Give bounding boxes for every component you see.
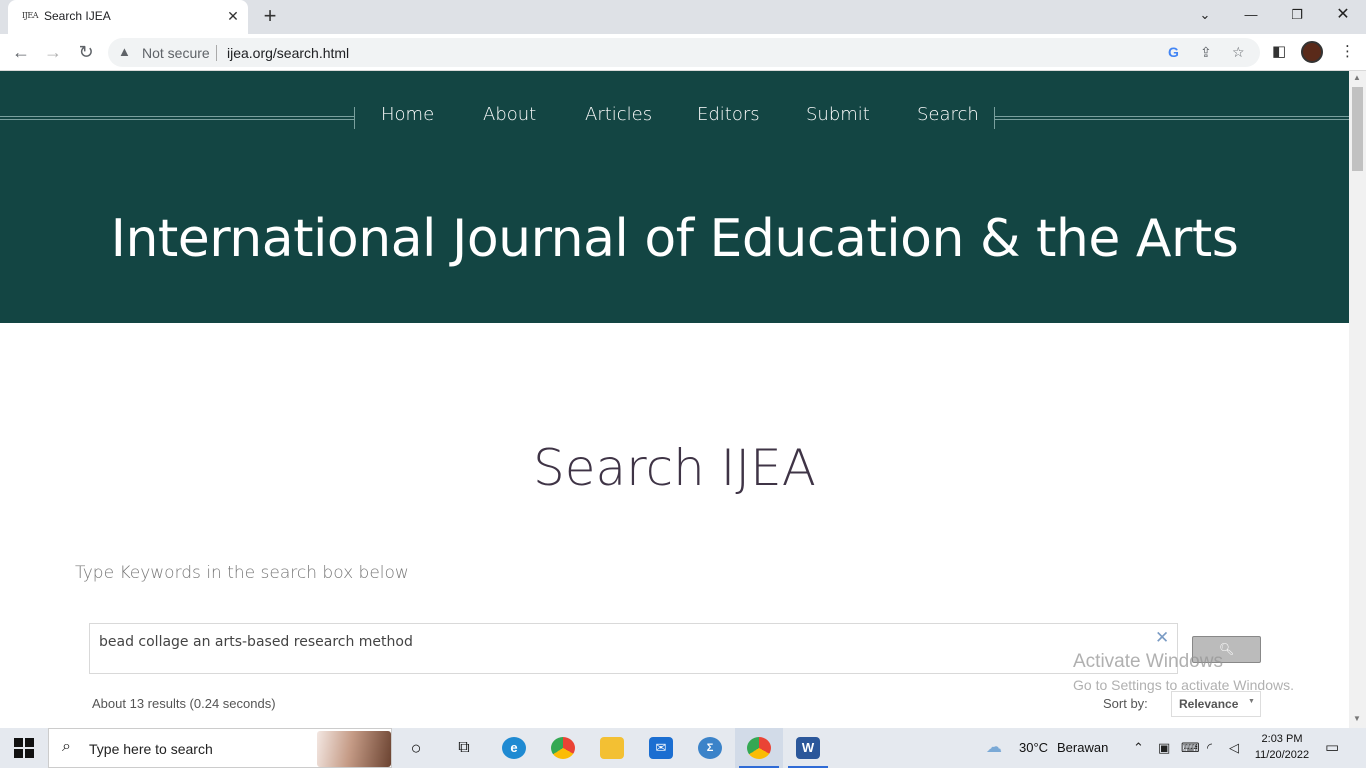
share-icon[interactable]: ⇪: [1200, 44, 1212, 61]
nav-decor-right: [995, 116, 1349, 120]
search-query-text[interactable]: bead collage an arts-based research meth…: [99, 634, 413, 650]
taskbar-file-explorer[interactable]: [588, 728, 636, 768]
sort-by-label: Sort by:: [1103, 696, 1148, 711]
omnibox-divider: [216, 45, 217, 61]
weather-condition[interactable]: Berawan: [1057, 740, 1108, 755]
activate-windows-watermark: Activate Windows: [1073, 651, 1223, 672]
back-button[interactable]: ←: [8, 40, 34, 64]
taskbar-search-box[interactable]: ⌕ Type here to search: [48, 728, 392, 768]
nav-decor-tick-left: [354, 107, 355, 129]
weather-temp[interactable]: 30°C: [1019, 740, 1048, 755]
cortana-button[interactable]: ○: [392, 728, 440, 768]
reload-button[interactable]: ↻: [73, 40, 99, 64]
tab-title: Search IJEA: [44, 9, 111, 23]
search-highlight-image: [317, 731, 391, 767]
close-window-button[interactable]: ✕: [1320, 0, 1366, 30]
weather-cloud-icon[interactable]: ☁: [986, 737, 1002, 757]
sort-select[interactable]: Relevance ▼: [1171, 691, 1261, 717]
page-scrollbar[interactable]: ▲ ▼: [1349, 71, 1366, 728]
warning-icon[interactable]: ▲: [118, 44, 131, 59]
scroll-down-icon[interactable]: ▼: [1353, 714, 1361, 723]
activate-windows-subtext: Go to Settings to activate Windows.: [1073, 677, 1294, 693]
input-method-icon[interactable]: ⌨: [1181, 740, 1200, 756]
minimize-button[interactable]: —: [1228, 0, 1274, 30]
system-clock[interactable]: 2:03 PM 11/20/2022: [1247, 731, 1317, 763]
chevron-up-icon[interactable]: ⌃: [1133, 740, 1144, 756]
page-title: Search IJEA: [533, 439, 816, 497]
taskbar-chrome-active[interactable]: [735, 728, 783, 768]
mail-icon: ✉: [649, 737, 673, 759]
nav-home[interactable]: Home: [381, 104, 434, 125]
taskbar: ⌕ Type here to search ○ ⧉ e ✉ Σ W ☁ 30°C…: [0, 728, 1366, 768]
forward-button[interactable]: →: [40, 40, 66, 64]
cortana-circle-icon: ○: [410, 738, 422, 758]
nav-editors[interactable]: Editors: [697, 104, 760, 125]
tab-favicon-icon: IJEA: [22, 11, 38, 20]
clock-date: 11/20/2022: [1254, 749, 1310, 761]
nav-submit[interactable]: Submit: [806, 104, 870, 125]
tab-close-icon[interactable]: ✕: [224, 7, 242, 25]
windows-start-button[interactable]: [14, 738, 34, 758]
taskbar-edge[interactable]: e: [490, 728, 538, 768]
volume-icon[interactable]: ◁: [1229, 740, 1239, 756]
sort-selected-value: Relevance: [1179, 697, 1239, 711]
search-input[interactable]: bead collage an arts-based research meth…: [89, 623, 1178, 674]
word-icon: W: [796, 737, 820, 759]
search-icon: ⌕: [62, 738, 71, 755]
google-translate-icon[interactable]: G: [1168, 44, 1179, 60]
scroll-up-icon[interactable]: ▲: [1353, 73, 1361, 82]
restore-button[interactable]: ❐: [1274, 0, 1320, 30]
taskbar-chrome[interactable]: [539, 728, 587, 768]
task-view-icon: ⧉: [458, 739, 470, 756]
browser-toolbar: ← → ↻ ▲ Not secure ijea.org/search.html …: [0, 34, 1366, 71]
nav-search[interactable]: Search: [917, 104, 979, 125]
taskbar-math-app[interactable]: Σ: [686, 728, 734, 768]
url-text[interactable]: ijea.org/search.html: [227, 45, 349, 61]
nav-articles[interactable]: Articles: [585, 104, 652, 125]
browser-tab[interactable]: IJEA Search IJEA ✕: [8, 0, 248, 34]
task-view-button[interactable]: ⧉: [440, 728, 488, 768]
security-label[interactable]: Not secure: [142, 45, 210, 61]
clear-search-icon[interactable]: ✕: [1155, 628, 1169, 648]
nav-about[interactable]: About: [483, 104, 536, 125]
tab-search-chevron-icon[interactable]: ⌄: [1182, 0, 1228, 30]
profile-avatar[interactable]: [1301, 41, 1323, 63]
site-title: International Journal of Education & the…: [110, 209, 1239, 269]
tab-strip: IJEA Search IJEA ✕ + ⌄ — ❐ ✕: [0, 0, 1366, 34]
wifi-icon[interactable]: ◜: [1207, 740, 1212, 756]
edge-icon: e: [502, 737, 526, 759]
menu-kebab-icon[interactable]: ⋮: [1340, 42, 1355, 60]
chrome-icon: [551, 737, 575, 759]
taskbar-mail[interactable]: ✉: [637, 728, 685, 768]
search-instructions: Type Keywords in the search box below: [75, 563, 409, 583]
new-tab-button[interactable]: +: [258, 5, 282, 29]
folder-icon: [600, 737, 624, 759]
math-app-icon: Σ: [698, 737, 722, 759]
bookmark-star-icon[interactable]: ☆: [1232, 44, 1245, 61]
chevron-down-icon: ▼: [1248, 698, 1255, 705]
chrome-profile-icon: [747, 737, 771, 759]
web-page: Home About Articles Editors Submit Searc…: [0, 71, 1349, 728]
address-bar[interactable]: ▲ Not secure ijea.org/search.html G ⇪ ☆: [108, 38, 1260, 67]
scroll-thumb[interactable]: [1352, 87, 1363, 171]
taskbar-search-placeholder: Type here to search: [89, 741, 213, 757]
clock-time: 2:03 PM: [1261, 733, 1303, 745]
side-panel-icon[interactable]: ◧: [1272, 42, 1286, 60]
taskbar-word[interactable]: W: [784, 728, 832, 768]
site-header: Home About Articles Editors Submit Searc…: [0, 71, 1349, 323]
nav-decor-tick-right: [994, 107, 995, 129]
results-count: About 13 results (0.24 seconds): [92, 696, 276, 711]
notifications-icon[interactable]: ▭: [1325, 738, 1339, 756]
nav-decor-left: [0, 116, 354, 120]
meet-now-icon[interactable]: ▣: [1158, 740, 1170, 756]
